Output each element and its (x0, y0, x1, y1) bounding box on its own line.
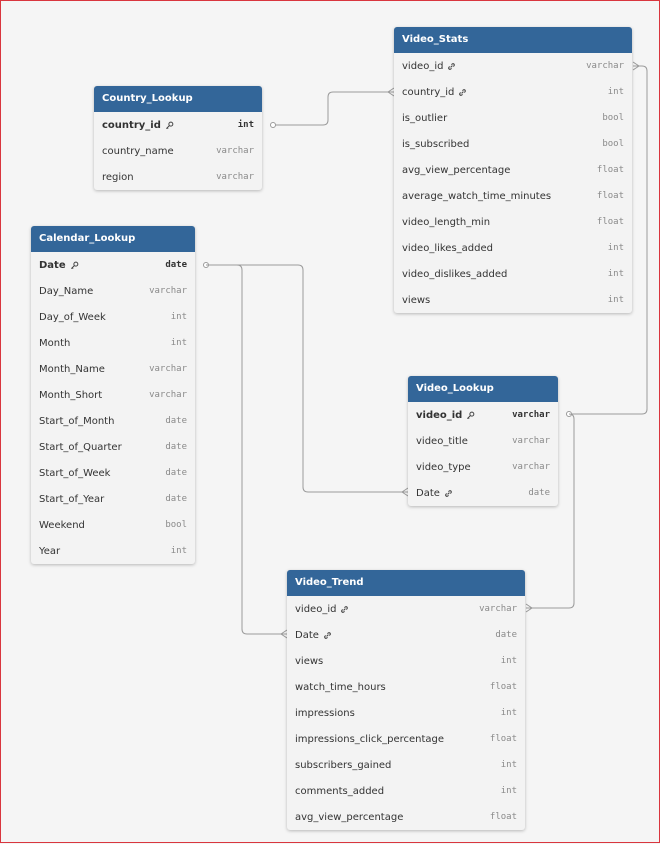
field-row[interactable]: Start_of_Year date (31, 486, 195, 512)
field-row[interactable]: subscribers_gained int (287, 752, 525, 778)
field-row[interactable]: video_title varchar (408, 428, 558, 454)
field-row[interactable]: country_name varchar (94, 138, 262, 164)
field-row[interactable]: country_id int (94, 112, 262, 138)
link-icon (459, 88, 467, 96)
link-icon (448, 62, 456, 70)
rel-calendar-lookup (206, 264, 408, 493)
table-title: Video_Trend (287, 570, 525, 596)
field-row[interactable]: video_length_min float (394, 209, 632, 235)
field-row[interactable]: impressions int (287, 700, 525, 726)
field-row[interactable]: average_watch_time_minutes float (394, 183, 632, 209)
key-icon (467, 411, 475, 419)
table-video-trend[interactable]: Video_Trend video_id varchar Date date vie… (287, 570, 525, 830)
field-row[interactable]: Date date (31, 252, 195, 278)
table-video-lookup[interactable]: Video_Lookup video_id varchar video_title… (408, 376, 558, 506)
link-icon (324, 631, 331, 639)
link-icon (341, 605, 349, 613)
table-rows: video_id varchar Date date views int watch_… (287, 596, 525, 830)
field-row[interactable]: video_likes_added int (394, 235, 632, 261)
link-icon (445, 489, 452, 497)
field-row[interactable]: Day_of_Week int (31, 304, 195, 330)
field-row[interactable]: Weekend bool (31, 512, 195, 538)
field-row[interactable]: Date date (408, 480, 558, 506)
field-row[interactable]: Month int (31, 330, 195, 356)
field-row[interactable]: Start_of_Week date (31, 460, 195, 486)
table-rows: Date date Day_Name varchar Day_of_Week int … (31, 252, 195, 564)
field-row[interactable]: Month_Short varchar (31, 382, 195, 408)
diagram-canvas: Video_Stats video_id varchar country_id in… (0, 0, 660, 843)
field-row[interactable]: Day_Name varchar (31, 278, 195, 304)
table-rows: video_id varchar video_title varchar video… (408, 402, 558, 506)
field-row[interactable]: Date date (287, 622, 525, 648)
field-row[interactable]: video_id varchar (287, 596, 525, 622)
field-row[interactable]: is_subscribed bool (394, 131, 632, 157)
field-row[interactable]: is_outlier bool (394, 105, 632, 131)
rel-calendar-trend (206, 264, 287, 635)
table-rows: country_id int country_name varchar region… (94, 112, 262, 190)
table-video-stats[interactable]: Video_Stats video_id varchar country_id in… (394, 27, 632, 313)
field-row[interactable]: video_dislikes_added int (394, 261, 632, 287)
table-calendar-lookup[interactable]: Calendar_Lookup Date date Day_Name varchar… (31, 226, 195, 564)
field-row[interactable]: impressions_click_percentage float (287, 726, 525, 752)
field-row[interactable]: Start_of_Quarter date (31, 434, 195, 460)
field-row[interactable]: comments_added int (287, 778, 525, 804)
table-title: Country_Lookup (94, 86, 262, 112)
field-row[interactable]: video_id varchar (394, 53, 632, 79)
field-row[interactable]: video_id varchar (408, 402, 558, 428)
field-row[interactable]: Start_of_Month date (31, 408, 195, 434)
table-title: Calendar_Lookup (31, 226, 195, 252)
field-row[interactable]: avg_view_percentage float (287, 804, 525, 830)
field-row[interactable]: avg_view_percentage float (394, 157, 632, 183)
rel-country (273, 91, 394, 126)
table-rows: video_id varchar country_id int is_outlier… (394, 53, 632, 313)
field-row[interactable]: region varchar (94, 164, 262, 190)
field-row[interactable]: video_type varchar (408, 454, 558, 480)
table-country-lookup[interactable]: Country_Lookup country_id int country_nam… (94, 86, 262, 190)
field-row[interactable]: country_id int (394, 79, 632, 105)
field-row[interactable]: Year int (31, 538, 195, 564)
field-row[interactable]: watch_time_hours float (287, 674, 525, 700)
field-row[interactable]: views int (287, 648, 525, 674)
table-title: Video_Stats (394, 27, 632, 53)
field-row[interactable]: Month_Name varchar (31, 356, 195, 382)
key-icon (165, 121, 174, 129)
field-row[interactable]: views int (394, 287, 632, 313)
key-icon (70, 261, 78, 269)
table-title: Video_Lookup (408, 376, 558, 402)
